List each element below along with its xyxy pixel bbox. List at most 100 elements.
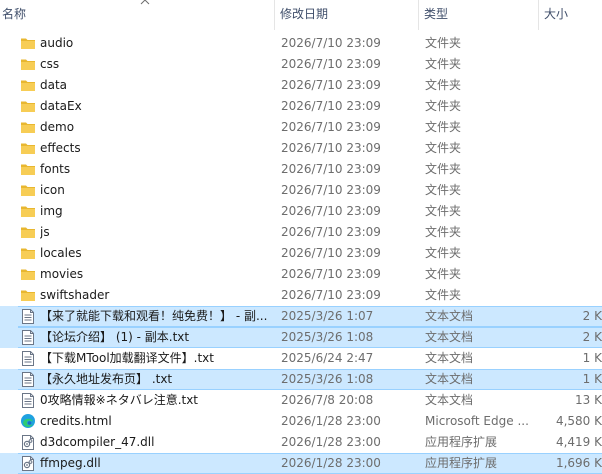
file-modified-date: 2025/3/26 1:08 bbox=[281, 330, 374, 344]
file-modified-date: 2026/7/10 23:09 bbox=[281, 267, 381, 281]
file-type: 文本文档 bbox=[425, 351, 474, 365]
file-size: 2 K bbox=[582, 309, 602, 323]
file-modified-date: 2026/7/10 23:09 bbox=[281, 36, 381, 50]
file-name: 【论坛介绍】 (1) - 副本.txt bbox=[40, 330, 190, 344]
file-row[interactable]: 0攻略情報※ネタバレ注意.txt 2026/7/8 20:08 文本文档 13 K bbox=[0, 390, 602, 411]
column-header-date[interactable]: 修改日期 bbox=[274, 0, 418, 30]
file-size: 4,580 K bbox=[555, 414, 602, 428]
file-modified-date: 2026/7/10 23:09 bbox=[281, 99, 381, 113]
file-modified-date: 2026/7/10 23:09 bbox=[281, 288, 381, 302]
dll-file-icon bbox=[20, 434, 36, 451]
file-type: 文本文档 bbox=[425, 372, 474, 386]
file-modified-date: 2025/3/26 1:07 bbox=[281, 309, 374, 323]
file-row[interactable]: swiftshader 2026/7/10 23:09 文件夹 bbox=[0, 285, 602, 306]
file-type: 文本文档 bbox=[425, 393, 474, 407]
edge-icon bbox=[20, 413, 36, 430]
file-type: 文件夹 bbox=[425, 225, 462, 239]
file-size bbox=[538, 75, 602, 96]
file-size bbox=[538, 243, 602, 264]
folder-icon bbox=[20, 182, 36, 199]
file-type: 文件夹 bbox=[425, 36, 462, 50]
file-row[interactable]: 【永久地址发布页】 .txt 2025/3/26 1:08 文本文档 1 K bbox=[0, 369, 602, 390]
file-name: 【永久地址发布页】 .txt bbox=[40, 372, 173, 386]
file-type: 文件夹 bbox=[425, 141, 462, 155]
file-size bbox=[538, 54, 602, 75]
column-header-bar: 名称 修改日期 类型 大小 bbox=[0, 0, 602, 30]
file-row[interactable]: ffmpeg.dll 2026/1/28 23:00 应用程序扩展 1,696 K bbox=[0, 453, 602, 474]
file-type: 应用程序扩展 bbox=[425, 456, 498, 470]
dll-file-icon bbox=[20, 455, 36, 472]
file-size bbox=[538, 96, 602, 117]
file-type: 文件夹 bbox=[425, 120, 462, 134]
file-row[interactable]: fonts 2026/7/10 23:09 文件夹 bbox=[0, 159, 602, 180]
file-modified-date: 2026/7/8 20:08 bbox=[281, 393, 374, 407]
file-row[interactable]: effects 2026/7/10 23:09 文件夹 bbox=[0, 138, 602, 159]
file-row[interactable]: js 2026/7/10 23:09 文件夹 bbox=[0, 222, 602, 243]
file-row[interactable]: demo 2026/7/10 23:09 文件夹 bbox=[0, 117, 602, 138]
file-row[interactable]: dataEx 2026/7/10 23:09 文件夹 bbox=[0, 96, 602, 117]
file-name: 【下载MTool加载翻译文件】.txt bbox=[40, 351, 214, 365]
file-size bbox=[538, 117, 602, 138]
folder-icon bbox=[20, 140, 36, 157]
file-name: swiftshader bbox=[40, 288, 110, 302]
folder-icon bbox=[20, 203, 36, 220]
file-modified-date: 2026/7/10 23:09 bbox=[281, 120, 381, 134]
file-name: js bbox=[40, 225, 50, 239]
file-name: img bbox=[40, 204, 63, 218]
file-type: 文件夹 bbox=[425, 162, 462, 176]
file-name: locales bbox=[40, 246, 82, 260]
text-file-icon bbox=[20, 329, 36, 346]
text-file-icon bbox=[20, 371, 36, 388]
file-row[interactable]: 【论坛介绍】 (1) - 副本.txt 2025/3/26 1:08 文本文档 2 K bbox=[0, 327, 602, 348]
file-modified-date: 2026/7/10 23:09 bbox=[281, 204, 381, 218]
file-type: 文件夹 bbox=[425, 204, 462, 218]
folder-icon bbox=[20, 224, 36, 241]
folder-icon bbox=[20, 161, 36, 178]
file-size bbox=[538, 138, 602, 159]
file-name: 【来了就能下载和观看！纯免费！】 - 副... bbox=[40, 309, 268, 323]
file-type: 文件夹 bbox=[425, 78, 462, 92]
file-type: 文本文档 bbox=[425, 309, 474, 323]
file-row[interactable]: img 2026/7/10 23:09 文件夹 bbox=[0, 201, 602, 222]
file-row[interactable]: 【来了就能下载和观看！纯免费！】 - 副... 2025/3/26 1:07 文本文… bbox=[0, 306, 602, 327]
file-name: css bbox=[40, 57, 60, 71]
file-modified-date: 2025/6/24 2:47 bbox=[281, 351, 374, 365]
file-modified-date: 2025/3/26 1:08 bbox=[281, 372, 374, 386]
file-size: 2 K bbox=[582, 330, 602, 344]
file-size: 1 K bbox=[582, 372, 602, 386]
text-file-icon bbox=[20, 308, 36, 325]
file-type: 文件夹 bbox=[425, 246, 462, 260]
file-size bbox=[538, 159, 602, 180]
text-file-icon bbox=[20, 392, 36, 409]
file-row[interactable]: locales 2026/7/10 23:09 文件夹 bbox=[0, 243, 602, 264]
file-size bbox=[538, 201, 602, 222]
file-modified-date: 2026/7/10 23:09 bbox=[281, 183, 381, 197]
file-explorer-window: 名称 修改日期 类型 大小 audio 2026/7/10 23:09 文件夹 css… bbox=[0, 0, 602, 474]
file-row[interactable]: css 2026/7/10 23:09 文件夹 bbox=[0, 54, 602, 75]
folder-icon bbox=[20, 287, 36, 304]
file-type: Microsoft Edge ... bbox=[425, 414, 529, 428]
file-name: d3dcompiler_47.dll bbox=[40, 435, 155, 449]
file-row[interactable]: data 2026/7/10 23:09 文件夹 bbox=[0, 75, 602, 96]
column-header-type[interactable]: 类型 bbox=[418, 0, 538, 30]
sort-ascending-icon bbox=[140, 0, 150, 5]
file-type: 文件夹 bbox=[425, 57, 462, 71]
file-size bbox=[538, 222, 602, 243]
file-row[interactable]: d3dcompiler_47.dll 2026/1/28 23:00 应用程序扩展 4… bbox=[0, 432, 602, 453]
file-modified-date: 2026/7/10 23:09 bbox=[281, 78, 381, 92]
file-row[interactable]: icon 2026/7/10 23:09 文件夹 bbox=[0, 180, 602, 201]
column-header-size[interactable]: 大小 bbox=[538, 0, 602, 30]
file-type: 文件夹 bbox=[425, 267, 462, 281]
file-name: icon bbox=[40, 183, 65, 197]
folder-icon bbox=[20, 245, 36, 262]
file-name: data bbox=[40, 78, 68, 92]
file-row[interactable]: 【下载MTool加载翻译文件】.txt 2025/6/24 2:47 文本文档 1 K bbox=[0, 348, 602, 369]
file-row[interactable]: credits.html 2026/1/28 23:00 Microsoft Edg… bbox=[0, 411, 602, 432]
file-size bbox=[538, 180, 602, 201]
file-type: 应用程序扩展 bbox=[425, 435, 498, 449]
file-row[interactable]: movies 2026/7/10 23:09 文件夹 bbox=[0, 264, 602, 285]
file-modified-date: 2026/7/10 23:09 bbox=[281, 225, 381, 239]
column-header-name[interactable]: 名称 bbox=[0, 0, 274, 30]
file-name: demo bbox=[40, 120, 75, 134]
file-row[interactable]: audio 2026/7/10 23:09 文件夹 bbox=[0, 33, 602, 54]
